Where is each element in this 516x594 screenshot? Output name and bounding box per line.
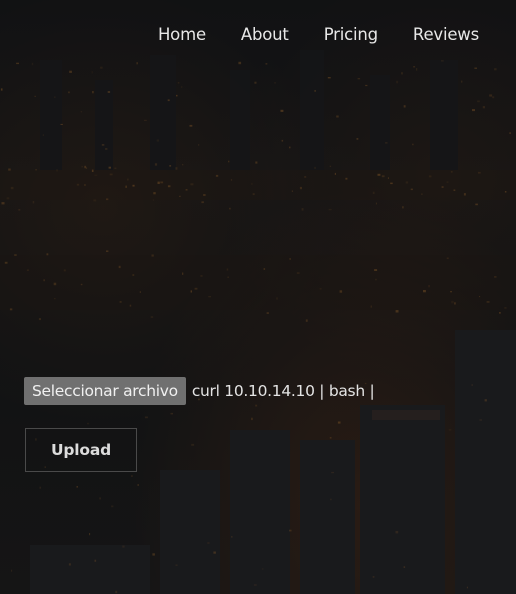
choose-file-button[interactable]: Seleccionar archivo (24, 377, 186, 405)
nav-about-link[interactable]: About (241, 24, 289, 46)
upload-button[interactable]: Upload (25, 428, 137, 472)
nav-pricing-link[interactable]: Pricing (324, 24, 378, 46)
file-input[interactable]: Seleccionar archivo curl 10.10.14.10 | b… (24, 377, 375, 405)
hero-background (0, 0, 516, 594)
selected-file-name: curl 10.10.14.10 | bash | (191, 382, 375, 400)
hero-overlay (0, 0, 516, 594)
nav-reviews-link[interactable]: Reviews (413, 24, 479, 46)
main-navigation: Home About Pricing Reviews (158, 24, 479, 46)
upload-form: Seleccionar archivo curl 10.10.14.10 | b… (24, 377, 375, 472)
nav-home-link[interactable]: Home (158, 24, 206, 46)
